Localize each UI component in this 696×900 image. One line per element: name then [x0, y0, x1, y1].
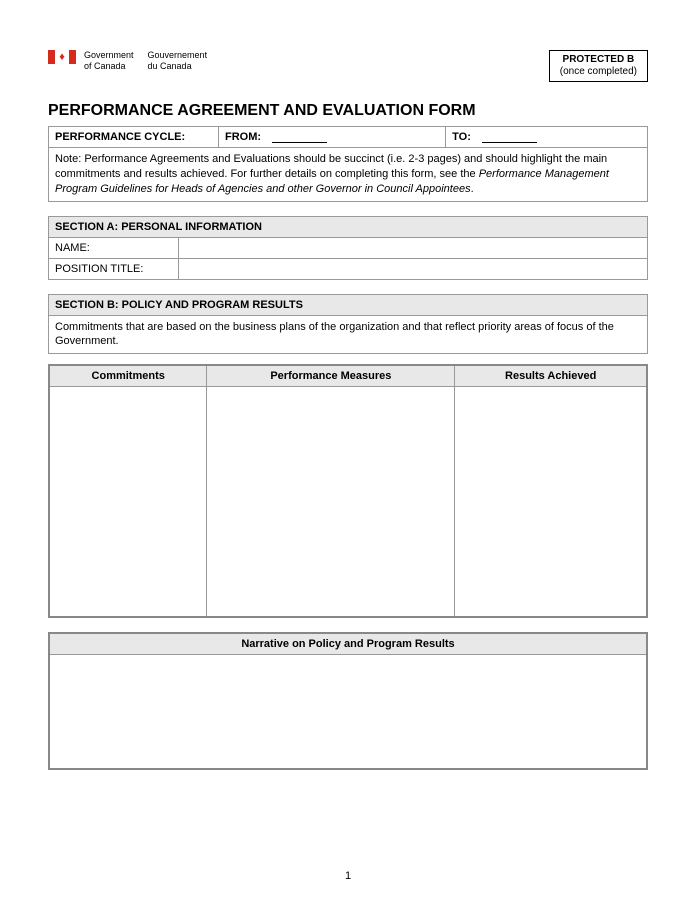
government-wordmark: ♦ Government of Canada Gouvernement du C… [48, 50, 207, 72]
section-a-table: SECTION A: PERSONAL INFORMATION NAME: PO… [48, 216, 648, 280]
canada-flag-icon: ♦ [48, 50, 76, 64]
name-input[interactable] [179, 237, 648, 258]
position-label: POSITION TITLE: [49, 258, 179, 279]
note-suffix: . [471, 183, 474, 195]
position-input[interactable] [179, 258, 648, 279]
section-b-description: Commitments that are based on the busine… [49, 315, 648, 354]
gov-en-line1: Government [84, 50, 134, 61]
gov-en-line2: of Canada [84, 61, 134, 72]
page-header: ♦ Government of Canada Gouvernement du C… [48, 50, 648, 82]
cycle-table: PERFORMANCE CYCLE: FROM: TO: Note: Perfo… [48, 126, 648, 202]
cycle-to-cell: TO: [446, 127, 648, 148]
to-input[interactable] [482, 131, 537, 143]
narrative-header: Narrative on Policy and Program Results [49, 633, 647, 655]
col-results: Results Achieved [455, 365, 647, 387]
gov-fr-line1: Gouvernement [148, 50, 208, 61]
government-text: Government of Canada Gouvernement du Can… [84, 50, 207, 72]
commitments-input[interactable] [49, 387, 207, 617]
section-a-header: SECTION A: PERSONAL INFORMATION [49, 216, 648, 237]
form-title: PERFORMANCE AGREEMENT AND EVALUATION FOR… [48, 102, 648, 120]
results-input[interactable] [455, 387, 647, 617]
section-b-header: SECTION B: POLICY AND PROGRAM RESULTS [49, 294, 648, 315]
cycle-label: PERFORMANCE CYCLE: [49, 127, 219, 148]
narrative-table: Narrative on Policy and Program Results [48, 632, 648, 771]
protected-line1: PROTECTED B [560, 54, 637, 66]
name-label: NAME: [49, 237, 179, 258]
col-commitments: Commitments [49, 365, 207, 387]
gov-fr-line2: du Canada [148, 61, 208, 72]
protected-line2: (once completed) [560, 66, 637, 78]
page-number: 1 [0, 870, 696, 882]
col-measures: Performance Measures [207, 365, 455, 387]
note-cell: Note: Performance Agreements and Evaluat… [49, 148, 648, 202]
cycle-from-cell: FROM: [219, 127, 446, 148]
from-label: FROM: [225, 131, 261, 143]
protected-classification: PROTECTED B (once completed) [549, 50, 648, 82]
section-b-table: SECTION B: POLICY AND PROGRAM RESULTS Co… [48, 294, 648, 355]
measures-input[interactable] [207, 387, 455, 617]
commitments-table: Commitments Performance Measures Results… [48, 364, 648, 618]
to-label: TO: [452, 131, 471, 143]
from-input[interactable] [272, 131, 327, 143]
narrative-input[interactable] [49, 654, 647, 769]
